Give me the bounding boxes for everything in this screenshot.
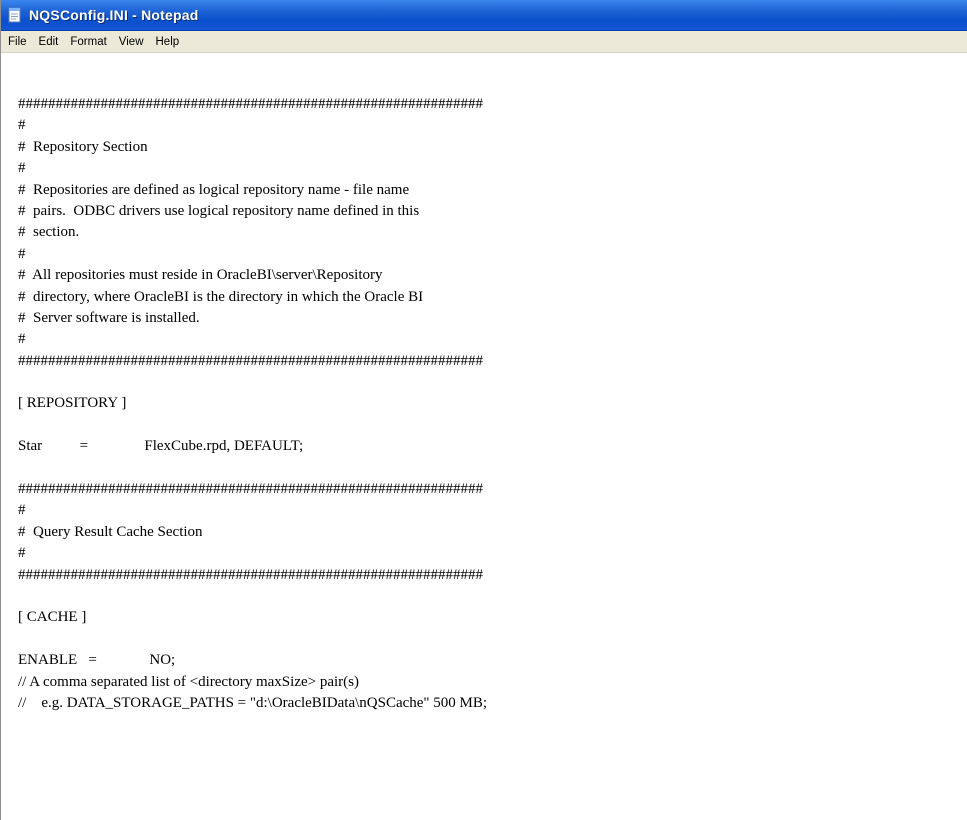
menu-format[interactable]: Format xyxy=(64,34,112,50)
text-line xyxy=(18,458,967,479)
text-line: # All repositories must reside in Oracle… xyxy=(18,267,383,284)
text-line: [ REPOSITORY ] xyxy=(18,395,127,412)
notepad-icon xyxy=(7,6,23,24)
notepad-window: NQSConfig.INI - Notepad File Edit Format… xyxy=(0,0,967,820)
text-line: ########################################… xyxy=(18,352,483,369)
menu-file[interactable]: File xyxy=(4,34,33,50)
text-line: # xyxy=(18,331,26,348)
text-editor-area[interactable]: ########################################… xyxy=(1,54,967,820)
text-line: // A comma separated list of <directory … xyxy=(18,673,359,690)
text-line: ENABLE = NO; xyxy=(18,652,176,669)
text-line: # Query Result Cache Section xyxy=(18,523,203,540)
text-line: # xyxy=(18,245,26,262)
text-line xyxy=(18,372,967,393)
text-line: # directory, where OracleBI is the direc… xyxy=(18,288,424,305)
text-line: # xyxy=(18,502,26,519)
text-line: # Repository Section xyxy=(18,138,148,155)
text-line: ########################################… xyxy=(18,96,483,112)
window-title: NQSConfig.INI - Notepad xyxy=(29,7,199,23)
title-bar[interactable]: NQSConfig.INI - Notepad xyxy=(1,0,967,31)
text-line: # Repositories are defined as logical re… xyxy=(18,181,410,198)
menu-view[interactable]: View xyxy=(113,34,150,50)
text-line: # Server software is installed. xyxy=(18,309,200,326)
text-line: [ CACHE ] xyxy=(18,609,87,626)
menu-bar: File Edit Format View Help xyxy=(1,31,967,53)
text-line: ########################################… xyxy=(18,481,483,498)
text-line: Star = FlexCube.rpd, DEFAULT; xyxy=(18,438,304,455)
text-line: # section. xyxy=(18,224,80,241)
text-line: # xyxy=(18,117,26,134)
text-line: # xyxy=(18,160,26,177)
menu-edit[interactable]: Edit xyxy=(33,34,65,50)
text-line xyxy=(18,415,967,436)
text-line xyxy=(18,586,967,607)
text-line: // e.g. DATA_STORAGE_PATHS = "d:\OracleB… xyxy=(18,694,488,711)
menu-help[interactable]: Help xyxy=(150,34,186,50)
text-line: # xyxy=(18,545,26,562)
text-line: ########################################… xyxy=(18,566,483,583)
text-line xyxy=(18,629,967,650)
text-line: # pairs. ODBC drivers use logical reposi… xyxy=(18,202,420,219)
